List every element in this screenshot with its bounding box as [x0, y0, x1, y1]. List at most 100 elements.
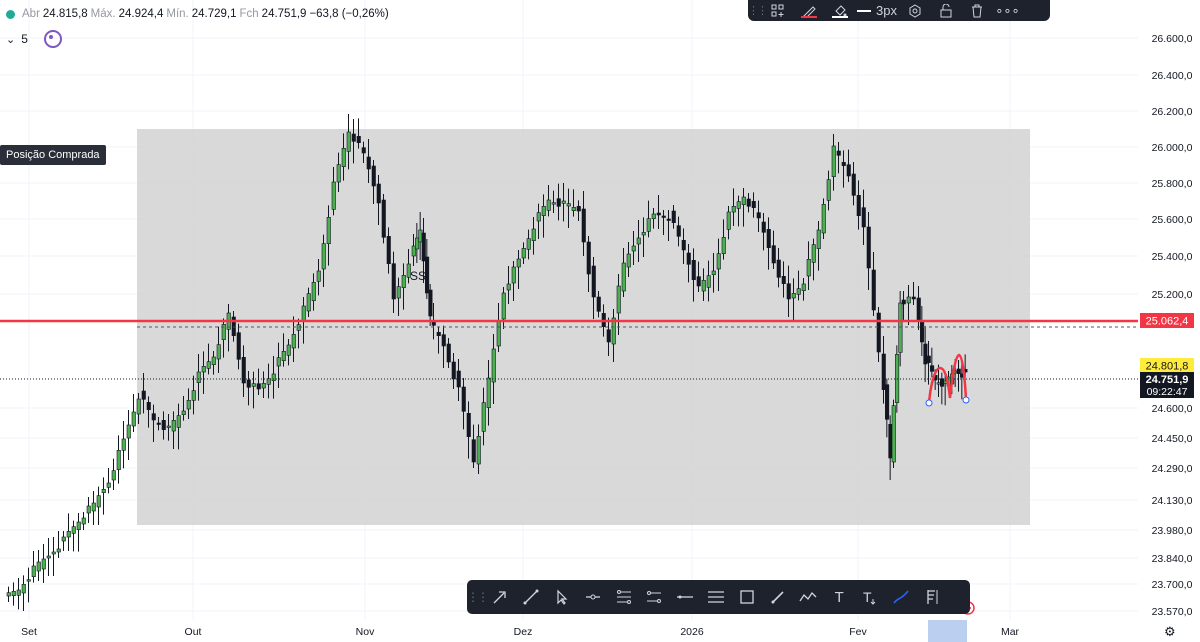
- candle-body: [401, 275, 406, 288]
- candle-body: [26, 579, 31, 582]
- candle-body: [71, 526, 76, 534]
- candle-body: [461, 386, 466, 412]
- price-tick-label: 25.400,0: [1152, 251, 1193, 263]
- long-position-icon[interactable]: [916, 580, 947, 614]
- candle-body: [441, 334, 446, 347]
- candle-body: [646, 218, 651, 232]
- price-tick-label: 23.700,0: [1152, 579, 1193, 591]
- time-tick-label: Nov: [356, 626, 375, 638]
- price-tick-label: 24.600,0: [1152, 403, 1193, 415]
- parallel-channel-icon[interactable]: [608, 580, 639, 614]
- path-icon[interactable]: [793, 580, 824, 614]
- candle-body: [496, 320, 501, 347]
- candle-body: [711, 270, 716, 275]
- line-width-label: 3px: [876, 3, 897, 18]
- indicator-count[interactable]: 5: [21, 32, 28, 46]
- candle-body: [736, 201, 741, 209]
- candle-body: [76, 521, 81, 530]
- candle-body: [581, 208, 586, 243]
- more-icon[interactable]: ∘∘∘: [992, 0, 1023, 21]
- candle-body: [898, 302, 903, 353]
- candle-body: [246, 379, 251, 388]
- text-icon[interactable]: T: [824, 580, 855, 614]
- arrow-tool-icon[interactable]: [485, 580, 516, 614]
- candle-body: [546, 199, 551, 211]
- candle-body: [141, 390, 146, 400]
- candle-body: [6, 592, 11, 597]
- candle-body: [841, 162, 846, 166]
- lock-icon[interactable]: [930, 0, 961, 21]
- candle-body: [116, 450, 121, 470]
- candle-body: [16, 589, 21, 596]
- candle-body: [651, 213, 656, 219]
- price-chart[interactable]: SS 26.600,0 26.400,0 26.200,0 26.000,0 25.80…: [0, 0, 1200, 642]
- fill-color-icon[interactable]: [824, 0, 855, 21]
- candle-body: [391, 263, 396, 300]
- drag-handle-icon[interactable]: ⋮⋮: [467, 590, 489, 604]
- collapse-chevron-icon[interactable]: ⌄: [6, 33, 15, 46]
- trend-line-icon[interactable]: [516, 580, 547, 614]
- svg-text:09:22:47: 09:22:47: [1147, 386, 1188, 398]
- candle-body: [726, 211, 731, 230]
- candle-body: [881, 353, 886, 390]
- candle-body: [491, 348, 496, 383]
- candle-body: [66, 531, 71, 538]
- candle-body: [206, 361, 211, 369]
- candle-body: [816, 229, 821, 249]
- price-tick-label: 23.570,0: [1152, 606, 1193, 618]
- candle-body: [551, 202, 556, 205]
- candle-body: [626, 253, 631, 268]
- candle-body: [256, 383, 261, 390]
- line-color-icon[interactable]: [793, 0, 824, 21]
- candle-body: [311, 282, 316, 301]
- candle-body: [761, 221, 766, 233]
- candle-body: [351, 133, 356, 142]
- candle-body: [356, 136, 361, 143]
- candle-body: [306, 293, 311, 312]
- lines-icon[interactable]: [701, 580, 732, 614]
- chart-settings-icon[interactable]: ⚙: [1164, 624, 1178, 639]
- channel-icon[interactable]: [639, 580, 670, 614]
- candle-body: [666, 218, 671, 221]
- price-tick-label: 26.200,0: [1152, 106, 1193, 118]
- trash-icon[interactable]: [961, 0, 992, 21]
- candle-body: [866, 226, 871, 269]
- candle-body: [656, 212, 661, 216]
- candle-body: [201, 366, 206, 373]
- candle-body: [806, 259, 811, 277]
- last-price-label: 24.751,9 09:22:47: [1140, 372, 1194, 398]
- position-label[interactable]: Posição Comprada: [0, 145, 106, 165]
- candle-body: [706, 275, 711, 288]
- candle-body: [936, 382, 941, 385]
- price-tick-label: 24.130,0: [1152, 495, 1193, 507]
- templates-icon[interactable]: [762, 0, 793, 21]
- candle-body: [561, 200, 566, 204]
- brush-icon[interactable]: [885, 580, 916, 614]
- path-handle-end[interactable]: [962, 396, 970, 404]
- pencil-icon[interactable]: [762, 580, 793, 614]
- candle-body: [926, 355, 931, 363]
- candle-body: [376, 183, 381, 204]
- candle-body: [371, 165, 376, 187]
- chart-annotation[interactable]: SS: [410, 269, 426, 283]
- candle-body: [211, 356, 216, 365]
- rectangle-icon[interactable]: [731, 580, 762, 614]
- candle-body: [96, 495, 101, 508]
- horizontal-ray-icon[interactable]: [577, 580, 608, 614]
- line-width-button[interactable]: 3px: [855, 0, 899, 21]
- text-format-icon[interactable]: T: [855, 580, 886, 614]
- horizontal-line-icon[interactable]: [670, 580, 701, 614]
- candle-body: [776, 259, 781, 278]
- drawing-settings-toolbar: ⋮⋮ 3px ∘∘∘: [748, 0, 1050, 21]
- cursor-arrow-icon[interactable]: [547, 580, 578, 614]
- settings-icon[interactable]: [899, 0, 930, 21]
- candle-body: [621, 262, 626, 292]
- time-axis[interactable]: [0, 620, 1138, 642]
- market-status-icon: [6, 9, 15, 19]
- drag-handle-icon[interactable]: ⋮⋮: [748, 4, 768, 17]
- path-handle-start[interactable]: [925, 399, 933, 407]
- time-tick-label: 2026: [680, 626, 704, 638]
- drawing-tools-toolbar: ⋮⋮ T T: [467, 580, 970, 614]
- sync-icon[interactable]: [43, 30, 62, 48]
- candle-body: [446, 343, 451, 363]
